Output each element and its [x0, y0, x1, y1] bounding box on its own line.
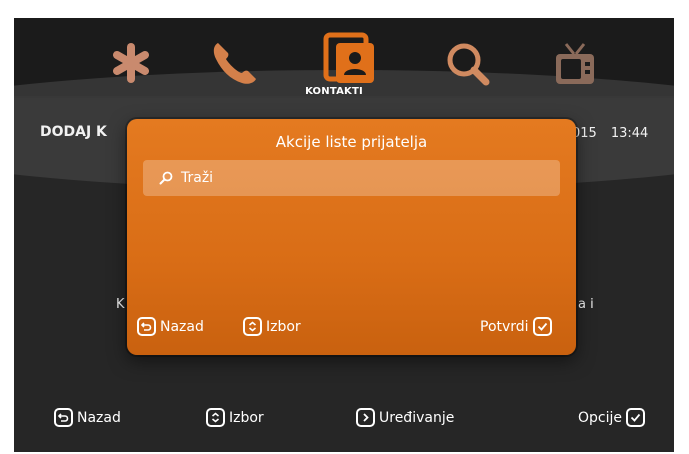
phone-icon[interactable] [206, 36, 262, 90]
dialog-title: Akcije liste prijatelja [275, 133, 428, 151]
dialog-back-hint[interactable]: Nazad [137, 317, 204, 336]
background-text-left: K [116, 297, 125, 312]
updown-key-icon [243, 317, 262, 336]
dialog-back-label: Nazad [160, 318, 204, 335]
options-label: Opcije [578, 409, 622, 426]
dialog-select-label: Izbor [266, 318, 301, 335]
back-hint[interactable]: Nazad [54, 408, 121, 427]
dialog-select-hint[interactable]: Izbor [243, 317, 301, 336]
options-hint[interactable]: Opcije [578, 408, 645, 427]
right-key-icon [356, 408, 375, 427]
app-title: KONTAKTI [305, 86, 363, 97]
asterisk-icon[interactable] [106, 38, 156, 88]
bottom-bar: Nazad Izbor Uređivanje Opcije [0, 404, 689, 434]
back-key-icon [54, 408, 73, 427]
search-option[interactable]: Traži [143, 160, 560, 196]
select-label: Izbor [229, 409, 264, 426]
datetime: 015 13:44 [572, 126, 648, 141]
select-hint[interactable]: Izbor [206, 408, 264, 427]
check-key-icon [626, 408, 645, 427]
search-icon[interactable] [440, 36, 496, 92]
page-title: DODAJ K [40, 124, 107, 140]
back-label: Nazad [77, 409, 121, 426]
updown-key-icon [206, 408, 225, 427]
search-label: Traži [181, 170, 214, 186]
dialog-confirm-hint[interactable]: Potvrdi [480, 317, 552, 336]
dialog-footer: Nazad Izbor Potvrdi [135, 315, 568, 343]
background-text-right: a i [578, 297, 594, 312]
friend-list-actions-dialog: Akcije liste prijatelja Traži Nazad Izbo… [127, 119, 576, 355]
dialog-confirm-label: Potvrdi [480, 318, 529, 335]
check-key-icon [532, 317, 552, 336]
tv-icon[interactable] [548, 40, 602, 90]
edit-hint[interactable]: Uređivanje [356, 408, 454, 427]
back-key-icon [137, 317, 156, 336]
contacts-icon[interactable] [318, 30, 382, 90]
search-icon [159, 171, 173, 185]
edit-label: Uređivanje [379, 409, 455, 426]
time-text: 13:44 [610, 126, 649, 141]
